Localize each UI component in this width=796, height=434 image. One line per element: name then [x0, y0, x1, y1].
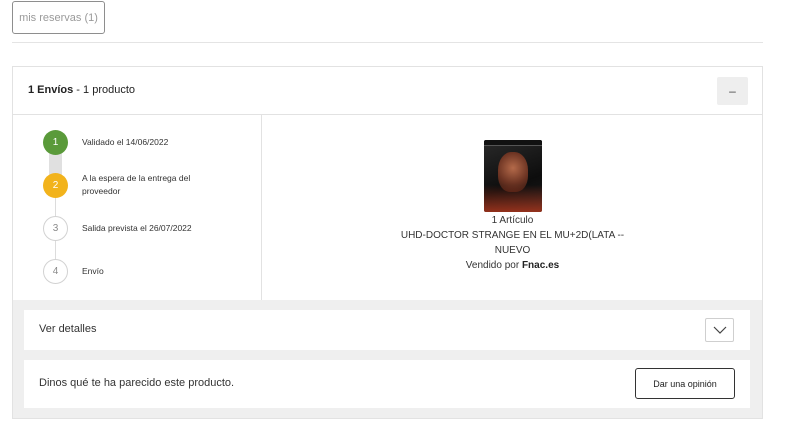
- step-3-indicator: 3: [43, 216, 68, 241]
- cover-band: [484, 140, 542, 146]
- step-4-label: Envío: [82, 266, 104, 276]
- seller-info: Vendido por Fnac.es: [263, 260, 762, 271]
- shipment-header: 1 Envíos - 1 producto –: [13, 67, 762, 115]
- opinion-panel: Dinos qué te ha parecido este producto. …: [24, 360, 750, 408]
- my-reservations-tab[interactable]: mis reservas (1): [12, 1, 105, 34]
- shipment-card: 1 Envíos - 1 producto – 1 Validado el 14…: [12, 66, 763, 419]
- product-title-line1[interactable]: UHD-DOCTOR STRANGE EN EL MU+2D(LATA --: [263, 230, 762, 241]
- step-1-check-icon: 1: [43, 130, 68, 155]
- minus-icon: –: [729, 84, 736, 98]
- step-2-indicator: 2: [43, 173, 68, 198]
- details-panel[interactable]: Ver detalles: [24, 310, 750, 350]
- step-3-label: Salida prevista el 26/07/2022: [82, 223, 192, 233]
- cover-glow: [484, 185, 542, 212]
- seller-name: Fnac.es: [521, 260, 560, 271]
- step-4-indicator: 4: [43, 259, 68, 284]
- shipment-title: 1 Envíos - 1 producto: [28, 84, 135, 96]
- product-title-line2[interactable]: NUEVO: [263, 245, 762, 256]
- chevron-down-icon: [713, 326, 726, 334]
- expand-details-button[interactable]: [705, 318, 734, 342]
- give-opinion-button[interactable]: Dar una opinión: [635, 368, 735, 399]
- item-count: 1 Artículo: [491, 215, 534, 226]
- opinion-prompt: Dinos qué te ha parecido este producto.: [39, 377, 235, 389]
- seller-prefix: Vendido por: [465, 260, 522, 271]
- details-label: Ver detalles: [39, 323, 97, 335]
- shipment-count: 1 Envíos: [28, 84, 74, 96]
- product-count: - 1 producto: [73, 84, 136, 96]
- product-image[interactable]: [484, 140, 542, 212]
- divider: [12, 42, 763, 43]
- step-1-label: Validado el 14/06/2022: [82, 137, 169, 147]
- tracking-steps: 1 Validado el 14/06/2022 2 A la espera d…: [13, 115, 262, 300]
- shipment-body: 1 Validado el 14/06/2022 2 A la espera d…: [13, 115, 762, 300]
- product-summary: 1 Artículo UHD-DOCTOR STRANGE EN EL MU+2…: [263, 115, 762, 300]
- collapse-button[interactable]: –: [717, 77, 748, 105]
- step-2-label: A la espera de la entrega del proveedor: [82, 173, 191, 196]
